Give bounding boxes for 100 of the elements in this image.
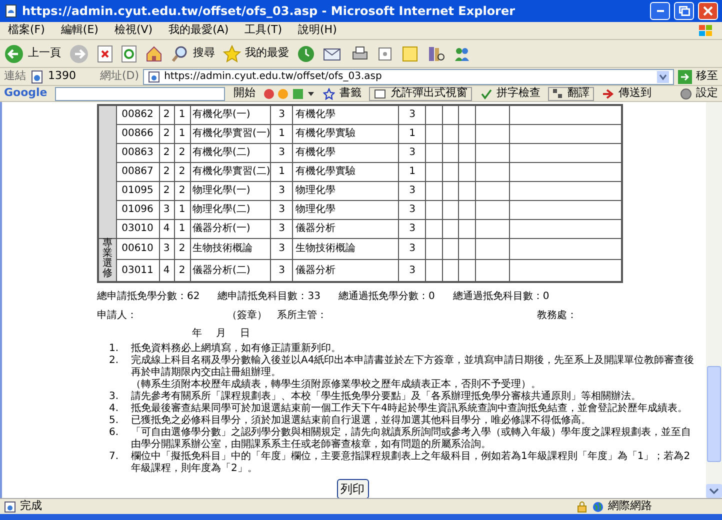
note-text: 抵免資料務必上網填寫，如有修正請重新列印。 xyxy=(131,342,342,354)
table-cell: 3 xyxy=(398,181,426,200)
search-button[interactable]: 搜尋 xyxy=(171,44,215,62)
toolbar-icons-drawing[interactable] xyxy=(263,88,316,100)
menu-item[interactable]: 編輯(E) xyxy=(60,22,98,39)
maximize-icon xyxy=(678,6,690,16)
table-cell: 儀器分析 xyxy=(292,219,399,238)
print-button[interactable]: 列印 xyxy=(336,478,368,498)
page-icon xyxy=(148,70,160,82)
table-cell: 1 xyxy=(174,219,190,238)
table-cell: 2 xyxy=(159,143,174,162)
table-cell: 有機化學實習(二) xyxy=(190,162,271,181)
note-text: 「可自由選修學分數」之認列學分數與相關規定，請先向就讀系所詢問或參考入學（或轉入年級）學年度之課程規劃表，並至自由學分開課系辦公室，由開課系系主任或老師審查核章，如有問題的所屬系洽詢。 xyxy=(131,426,692,450)
note-icon[interactable] xyxy=(401,44,419,62)
close-button[interactable] xyxy=(698,2,718,20)
table-cell: 2 xyxy=(174,143,190,162)
address-field[interactable]: https://admin.cyut.edu.tw/offset/ofs_03.asp xyxy=(143,68,674,84)
table-cell: 有機化學實驗 xyxy=(292,124,399,143)
printer-icon[interactable] xyxy=(351,44,369,62)
back-button[interactable]: 上一頁 xyxy=(4,44,61,64)
menu-item[interactable]: 我的最愛(A) xyxy=(168,22,229,39)
table-cell: 00863 xyxy=(116,143,159,162)
table-cell: 3 xyxy=(398,238,426,260)
page-icon xyxy=(4,500,16,512)
table-cell: 有機化學(二) xyxy=(190,143,271,162)
table-cell: 2 xyxy=(159,105,174,124)
minimize-button[interactable] xyxy=(650,2,670,20)
table-cell: 3 xyxy=(159,238,174,260)
table-cell: 物理化學(一) xyxy=(190,181,271,200)
note-number: 2. xyxy=(109,354,120,368)
signature-label: 教務處： xyxy=(537,308,578,322)
arrow-icon xyxy=(602,88,614,100)
scroll-thumb[interactable] xyxy=(707,366,721,462)
page-icon xyxy=(30,70,44,84)
table-cell: 1 xyxy=(398,124,426,143)
scrollbar[interactable] xyxy=(706,102,722,498)
check-icon xyxy=(480,88,492,100)
table-cell: 1 xyxy=(174,124,190,143)
date-label: 月 xyxy=(216,326,226,340)
translate-button[interactable]: 翻譯 xyxy=(548,86,594,100)
table-cell: 3 xyxy=(270,219,293,238)
star-icon xyxy=(223,44,241,62)
links-label: 連結 xyxy=(4,68,26,84)
history-icon[interactable] xyxy=(297,44,315,62)
table-cell: 1 xyxy=(270,124,293,143)
search-button[interactable]: 開始 xyxy=(233,85,256,102)
refresh-icon[interactable] xyxy=(121,44,137,62)
settings-button[interactable]: 設定 xyxy=(680,85,718,102)
window-title: https://admin.cyut.edu.tw/offset/ofs_03.asp - Microsoft Internet Explorer xyxy=(22,3,516,20)
google-logo: Google xyxy=(4,85,48,102)
table-cell: 儀器分析 xyxy=(292,260,399,282)
table-cell: 1 xyxy=(270,162,293,181)
table-cell: 3 xyxy=(270,105,293,124)
table-cell: 物理化學(二) xyxy=(190,200,271,219)
table-cell: 3 xyxy=(270,238,293,260)
table-cell: 2 xyxy=(174,238,190,260)
zone-text: 網際網路 xyxy=(608,498,653,514)
stop-icon[interactable] xyxy=(97,44,113,62)
table-cell: 3 xyxy=(270,200,293,219)
table-cell: 4 xyxy=(159,219,174,238)
table-cell: 1 xyxy=(174,105,190,124)
table-cell: 00866 xyxy=(116,124,159,143)
table-cell: 3 xyxy=(159,200,174,219)
table-cell: 有機化學(一) xyxy=(190,105,271,124)
table-cell: 物理化學 xyxy=(292,200,399,219)
note-number: 4. xyxy=(109,402,120,414)
signature-label: 系所主管： xyxy=(277,308,328,322)
menu-item[interactable]: 檢視(V) xyxy=(114,22,153,39)
favorites-button[interactable]: 我的最愛 xyxy=(223,44,289,62)
link-button[interactable]: 1390 xyxy=(30,68,96,85)
status-text: 完成 xyxy=(20,498,43,514)
scroll-down-icon[interactable] xyxy=(706,484,722,498)
table-cell: 3 xyxy=(398,143,426,162)
table-cell: 物理化學 xyxy=(292,181,399,200)
table-cell: 有機化學 xyxy=(292,105,399,124)
table-cell: 生物技術概論 xyxy=(292,238,399,260)
send-button[interactable]: 傳送到 xyxy=(602,85,652,102)
menu-item[interactable]: 說明(H) xyxy=(298,22,337,39)
go-button[interactable]: 移至 xyxy=(678,68,718,85)
category-cell: 專業選修 xyxy=(98,238,116,282)
window-icon xyxy=(374,88,386,98)
note-number: 1. xyxy=(109,342,120,354)
home-icon[interactable] xyxy=(145,44,163,62)
table-cell: 3 xyxy=(398,105,426,124)
maximize-button[interactable] xyxy=(674,2,694,20)
globe-icon xyxy=(592,500,604,512)
magnifier-icon xyxy=(171,44,189,62)
table-cell: 3 xyxy=(398,219,426,238)
table-cell: 3 xyxy=(270,181,293,200)
note-number: 3. xyxy=(109,390,120,402)
date-label: 年 xyxy=(192,326,202,340)
popup-blocker-button[interactable]: 允許彈出式視窗 xyxy=(369,86,472,100)
table-cell: 1 xyxy=(398,162,426,181)
bookmarks-button[interactable]: 書籤 xyxy=(323,85,362,102)
search-field[interactable] xyxy=(55,86,226,100)
menu-item[interactable]: 檔案(F) xyxy=(8,22,45,39)
menu-item[interactable]: 工具(T) xyxy=(244,22,282,39)
spellcheck-button[interactable]: 拼字檢查 xyxy=(480,85,540,102)
note-text: 完成線上科目名稱及學分數輸入後並以A4紙印出本申請書並於左下方簽章，並填寫申請日期後，先至系上及開課單位教師審查後再於申請期限內交由註冊組辦理。 xyxy=(131,354,696,378)
note-text: （轉系生須附本校歷年成績表，轉學生須附原修業學校之歷年成績表正本，否則不予受理）。 xyxy=(131,378,542,390)
